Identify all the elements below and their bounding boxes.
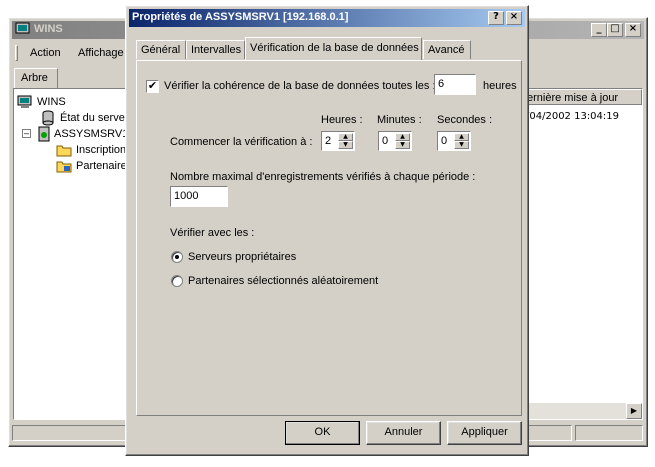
tab-intervals[interactable]: Intervalles [186, 40, 245, 59]
dialog-title-bar: Propriétés de ASSYSMSRV1 [192.168.0.1] ?… [129, 9, 525, 27]
column-header-last-update[interactable]: ernière mise à jour [527, 92, 618, 104]
menu-view-label: Affichage [78, 47, 124, 59]
verify-interval-input[interactable]: 6 [434, 74, 476, 95]
menu-grip [15, 45, 18, 61]
partners-folder-icon [56, 161, 72, 173]
minimize-button[interactable]: _ [591, 23, 607, 37]
hours-header: Heures : [321, 114, 363, 126]
tree-item-label: État du serveur [60, 112, 135, 124]
tree-item-label: Inscriptions [76, 144, 132, 156]
help-button[interactable]: ? [488, 11, 504, 25]
scroll-right-icon[interactable]: ▶ [626, 403, 642, 419]
max-records-label: Nombre maximal d'enregistrements vérifié… [170, 171, 476, 183]
minutes-header: Minutes : [377, 114, 422, 126]
tree-item-label: WINS [37, 96, 66, 108]
verify-interval-unit: heures [483, 80, 517, 92]
owner-servers-radio[interactable] [171, 251, 183, 263]
maximize-button[interactable]: □ [607, 23, 623, 37]
last-update-cell: /04/2002 13:04:19 [526, 111, 620, 122]
close-button[interactable]: × [625, 23, 641, 37]
ok-button[interactable]: OK [285, 421, 360, 445]
verify-with-label: Vérifier avec les : [170, 227, 255, 239]
status-cell-secondary [575, 425, 643, 441]
apply-button[interactable]: Appliquer [447, 421, 522, 445]
owner-servers-label: Serveurs propriétaires [188, 251, 297, 263]
menu-view[interactable]: Affichage [78, 47, 124, 59]
tab-database-verification[interactable]: Vérification de la base de données [245, 37, 422, 60]
tab-general[interactable]: Général [136, 40, 186, 59]
random-partners-radio[interactable] [171, 275, 183, 287]
verify-consistency-checkbox[interactable]: ✔ [146, 80, 159, 93]
properties-dialog: Propriétés de ASSYSMSRV1 [192.168.0.1] ?… [125, 5, 529, 456]
collapse-icon[interactable]: – [22, 129, 31, 138]
tab-advanced[interactable]: Avancé [423, 40, 471, 59]
start-seconds-value: 0 [441, 135, 448, 147]
wins-app-icon [15, 22, 30, 36]
radio-selected-dot [175, 255, 179, 259]
start-hours-value: 2 [325, 135, 332, 147]
server-icon [38, 126, 50, 142]
spin-up-icon[interactable]: ▲ [338, 133, 353, 141]
seconds-header: Secondes : [437, 114, 493, 126]
menu-action[interactable]: Action [30, 47, 61, 59]
menu-action-label: Action [30, 47, 61, 59]
max-records-input[interactable]: 1000 [170, 186, 228, 207]
verify-consistency-label: Vérifier la cohérence de la base de donn… [164, 80, 436, 92]
spin-up-icon[interactable]: ▲ [454, 133, 469, 141]
tab-strip: Général Intervalles Vérification de la b… [136, 36, 522, 60]
tree-item-label: ASSYSMSRV1 [ [54, 128, 135, 140]
tree-item-label: Partenaires [76, 160, 133, 172]
database-icon [42, 110, 54, 126]
random-partners-label: Partenaires sélectionnés aléatoirement [188, 275, 379, 287]
start-verification-label: Commencer la vérification à : [170, 136, 313, 148]
wins-title: WINS [34, 23, 63, 35]
start-minutes-value: 0 [382, 135, 389, 147]
spin-down-icon[interactable]: ▼ [338, 141, 353, 149]
wins-icon [17, 95, 32, 108]
dialog-title: Propriétés de ASSYSMSRV1 [192.168.0.1] [132, 11, 349, 23]
spin-down-icon[interactable]: ▼ [454, 141, 469, 149]
spin-down-icon[interactable]: ▼ [395, 141, 410, 149]
start-seconds-spinner[interactable]: 0 ▲ ▼ [437, 131, 471, 151]
tab-page-verification: ✔ Vérifier la cohérence de la base de do… [136, 60, 522, 416]
folder-icon [56, 145, 72, 157]
start-minutes-spinner[interactable]: 0 ▲ ▼ [378, 131, 412, 151]
console-tree: WINS État du serveur – ASSYSMSRV1 [ Insc… [13, 88, 143, 420]
dialog-close-button[interactable]: × [506, 11, 522, 25]
cancel-button[interactable]: Annuler [366, 421, 441, 445]
start-hours-spinner[interactable]: 2 ▲ ▼ [321, 131, 355, 151]
spin-up-icon[interactable]: ▲ [395, 133, 410, 141]
tab-tree[interactable]: Arbre [14, 68, 58, 89]
